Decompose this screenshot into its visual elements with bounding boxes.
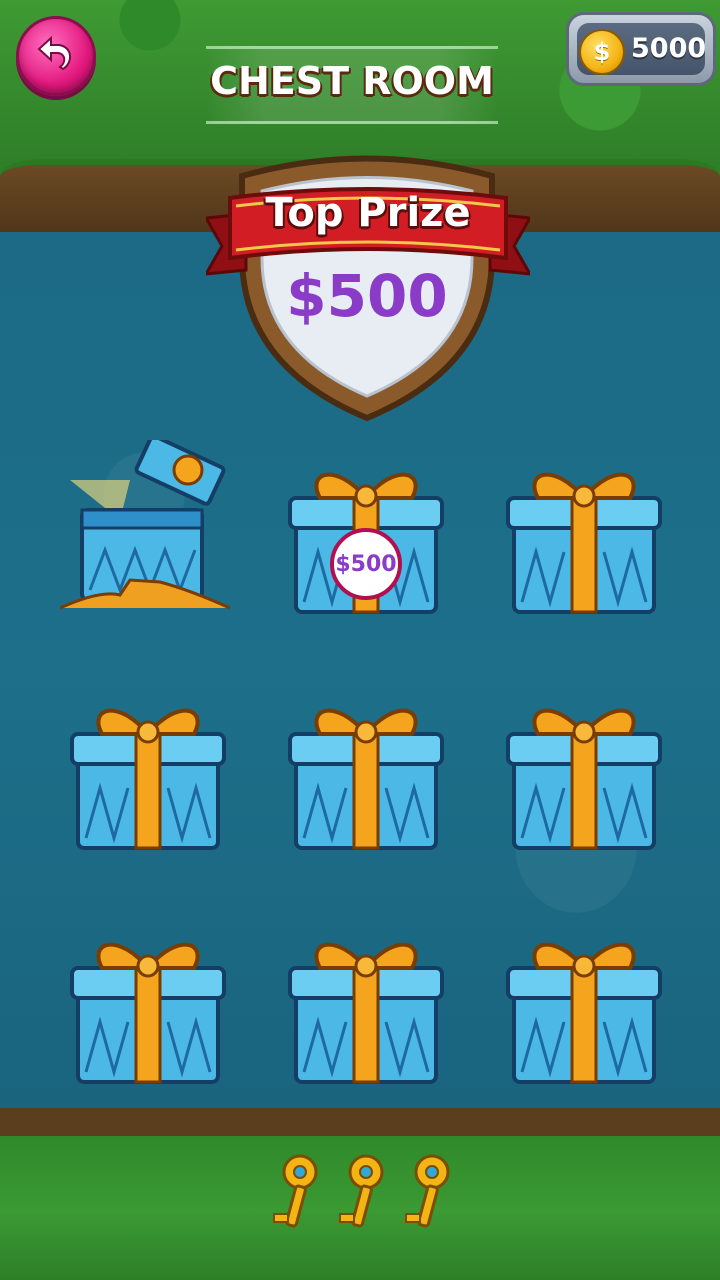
key-icon: [330, 1152, 394, 1234]
coin-value: 5000: [631, 33, 707, 64]
revealed-prize-badge: $500: [330, 528, 402, 600]
gift-chest-icon: [288, 708, 444, 850]
key-icon: [396, 1152, 460, 1234]
gift-chest[interactable]: [276, 688, 456, 858]
title-banner: CHEST ROOM: [206, 46, 498, 124]
gift-chest-icon: [59, 434, 231, 610]
top-prize-label: Top Prize: [265, 190, 471, 236]
gift-chest-icon: [70, 708, 226, 850]
gift-chest-icon: [506, 708, 662, 850]
back-button[interactable]: [16, 16, 96, 96]
gift-chest[interactable]: [494, 922, 674, 1092]
gift-chest[interactable]: [58, 922, 238, 1092]
back-arrow-icon: [37, 35, 71, 71]
gift-chest-icon: [288, 942, 444, 1084]
gift-chest-icon: [506, 472, 662, 614]
gift-chest[interactable]: [58, 688, 238, 858]
gift-chest-opened: [59, 434, 240, 610]
coin-icon: $: [579, 29, 625, 75]
gift-chest[interactable]: [494, 452, 674, 622]
gift-chest[interactable]: [276, 922, 456, 1092]
gift-chest[interactable]: [494, 688, 674, 858]
gift-chest-icon: [70, 942, 226, 1084]
coin-balance[interactable]: $ 5000: [566, 12, 716, 86]
gift-chest-icon: [506, 942, 662, 1084]
page-title: CHEST ROOM: [210, 59, 494, 103]
key-icon: [264, 1152, 328, 1234]
top-prize-amount: $500: [286, 262, 448, 330]
